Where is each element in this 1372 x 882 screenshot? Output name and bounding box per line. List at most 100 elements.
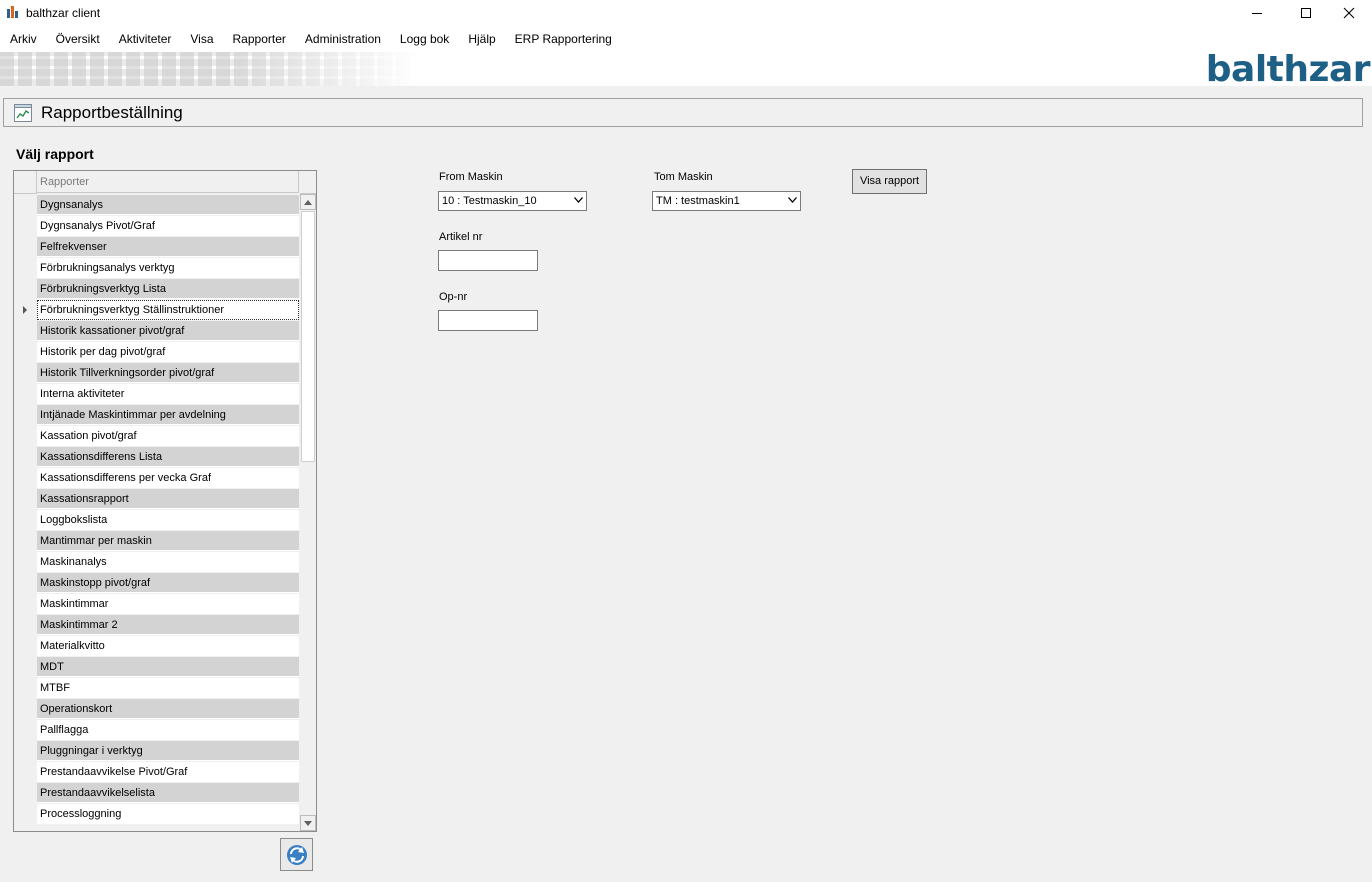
show-report-button[interactable]: Visa rapport: [852, 169, 927, 194]
report-row[interactable]: Materialkvitto: [14, 636, 299, 657]
report-row[interactable]: Kassation pivot/graf: [14, 426, 299, 447]
tom-maskin-select[interactable]: TM : testmaskin1: [652, 191, 801, 211]
report-row[interactable]: MDT: [14, 657, 299, 678]
report-row[interactable]: Kassationsdifferens Lista: [14, 447, 299, 468]
row-header[interactable]: [14, 762, 36, 783]
report-name-cell[interactable]: Felfrekvenser: [37, 237, 299, 257]
menu-visa[interactable]: Visa: [180, 26, 222, 52]
report-row[interactable]: Pluggningar i verktyg: [14, 741, 299, 762]
menu-rapporter[interactable]: Rapporter: [223, 26, 295, 52]
report-name-cell[interactable]: MTBF: [37, 678, 299, 698]
row-header[interactable]: [14, 216, 36, 237]
report-name-cell[interactable]: Pluggningar i verktyg: [37, 741, 299, 761]
report-name-cell[interactable]: Processloggning: [37, 804, 299, 824]
report-row[interactable]: Maskinanalys: [14, 552, 299, 573]
report-row[interactable]: Processloggning: [14, 804, 299, 825]
report-name-cell[interactable]: Materialkvitto: [37, 636, 299, 656]
menu-logg-bok[interactable]: Logg bok: [390, 26, 458, 52]
row-header[interactable]: [14, 531, 36, 552]
row-header[interactable]: [14, 447, 36, 468]
report-name-cell[interactable]: Förbrukningsverktyg Ställinstruktioner: [37, 300, 299, 320]
row-header[interactable]: [14, 783, 36, 804]
menu-arkiv[interactable]: Arkiv: [0, 26, 46, 52]
menu-erp-rapportering[interactable]: ERP Rapportering: [505, 26, 621, 52]
artikel-nr-input[interactable]: [438, 250, 538, 271]
menu-oversikt[interactable]: Översikt: [46, 26, 109, 52]
report-row[interactable]: Förbrukningsanalys verktyg: [14, 258, 299, 279]
report-name-cell[interactable]: Dygnsanalys: [37, 195, 299, 215]
report-name-cell[interactable]: Kassationsdifferens Lista: [37, 447, 299, 467]
row-header[interactable]: [14, 279, 36, 300]
report-row[interactable]: Dygnsanalys: [14, 195, 299, 216]
report-name-cell[interactable]: Maskinstopp pivot/graf: [37, 573, 299, 593]
row-header[interactable]: [14, 321, 36, 342]
row-header[interactable]: [14, 237, 36, 258]
report-row[interactable]: Prestandaavvikelse Pivot/Graf: [14, 762, 299, 783]
report-name-cell[interactable]: Maskinanalys: [37, 552, 299, 572]
report-name-cell[interactable]: Maskintimmar 2: [37, 615, 299, 635]
report-name-cell[interactable]: Kassationsdifferens per vecka Graf: [37, 468, 299, 488]
report-grid[interactable]: Rapporter Dygnsanalys Dygnsanalys Pivot/G…: [13, 170, 317, 832]
report-row[interactable]: Maskinstopp pivot/graf: [14, 573, 299, 594]
report-name-cell[interactable]: Mantimmar per maskin: [37, 531, 299, 551]
report-name-cell[interactable]: Interna aktiviteter: [37, 384, 299, 404]
report-name-cell[interactable]: Kassation pivot/graf: [37, 426, 299, 446]
row-header[interactable]: [14, 615, 36, 636]
row-header[interactable]: [14, 405, 36, 426]
report-row[interactable]: Förbrukningsverktyg Ställinstruktioner: [14, 300, 299, 321]
report-name-cell[interactable]: Prestandaavvikelselista: [37, 783, 299, 803]
refresh-button[interactable]: [280, 838, 313, 871]
report-name-cell[interactable]: Operationskort: [37, 699, 299, 719]
report-name-cell[interactable]: Förbrukningsverktyg Lista: [37, 279, 299, 299]
row-header[interactable]: [14, 636, 36, 657]
report-row[interactable]: Loggbokslista: [14, 510, 299, 531]
row-header[interactable]: [14, 258, 36, 279]
report-row[interactable]: Historik Tillverkningsorder pivot/graf: [14, 363, 299, 384]
row-header[interactable]: [14, 342, 36, 363]
row-header[interactable]: [14, 195, 36, 216]
row-header[interactable]: [14, 804, 36, 825]
report-row[interactable]: Historik per dag pivot/graf: [14, 342, 299, 363]
report-name-cell[interactable]: Historik kassationer pivot/graf: [37, 321, 299, 341]
row-header[interactable]: [14, 384, 36, 405]
report-row[interactable]: Kassationsrapport: [14, 489, 299, 510]
report-name-cell[interactable]: Historik Tillverkningsorder pivot/graf: [37, 363, 299, 383]
report-row[interactable]: Dygnsanalys Pivot/Graf: [14, 216, 299, 237]
row-header[interactable]: [14, 468, 36, 489]
report-row[interactable]: Operationskort: [14, 699, 299, 720]
report-name-cell[interactable]: Förbrukningsanalys verktyg: [37, 258, 299, 278]
report-name-cell[interactable]: Prestandaavvikelse Pivot/Graf: [37, 762, 299, 782]
row-header[interactable]: [14, 426, 36, 447]
report-row[interactable]: Interna aktiviteter: [14, 384, 299, 405]
report-name-cell[interactable]: Historik per dag pivot/graf: [37, 342, 299, 362]
row-header[interactable]: [14, 657, 36, 678]
scroll-up-button[interactable]: [300, 194, 316, 210]
row-header[interactable]: [14, 594, 36, 615]
from-maskin-select[interactable]: 10 : Testmaskin_10: [438, 191, 587, 211]
report-row[interactable]: Historik kassationer pivot/graf: [14, 321, 299, 342]
maximize-button[interactable]: [1283, 0, 1329, 26]
report-row[interactable]: Maskintimmar 2: [14, 615, 299, 636]
menu-hjalp[interactable]: Hjälp: [458, 26, 504, 52]
report-name-cell[interactable]: Intjänade Maskintimmar per avdelning: [37, 405, 299, 425]
report-row[interactable]: Kassationsdifferens per vecka Graf: [14, 468, 299, 489]
report-row[interactable]: Felfrekvenser: [14, 237, 299, 258]
report-row[interactable]: Maskintimmar: [14, 594, 299, 615]
close-button[interactable]: [1326, 0, 1372, 26]
menu-administration[interactable]: Administration: [295, 26, 390, 52]
report-row[interactable]: Pallflagga: [14, 720, 299, 741]
report-name-cell[interactable]: Loggbokslista: [37, 510, 299, 530]
report-name-cell[interactable]: Dygnsanalys Pivot/Graf: [37, 216, 299, 236]
row-header[interactable]: [14, 699, 36, 720]
report-name-cell[interactable]: Kassationsrapport: [37, 489, 299, 509]
vertical-scrollbar[interactable]: [300, 194, 316, 831]
report-name-cell[interactable]: Maskintimmar: [37, 594, 299, 614]
row-header[interactable]: [14, 510, 36, 531]
row-header[interactable]: [14, 363, 36, 384]
report-row[interactable]: Intjänade Maskintimmar per avdelning: [14, 405, 299, 426]
row-header[interactable]: [14, 300, 36, 321]
menu-aktiviteter[interactable]: Aktiviteter: [109, 26, 181, 52]
scroll-down-button[interactable]: [300, 815, 316, 831]
column-header-rapporter[interactable]: Rapporter: [37, 171, 299, 193]
row-header[interactable]: [14, 720, 36, 741]
